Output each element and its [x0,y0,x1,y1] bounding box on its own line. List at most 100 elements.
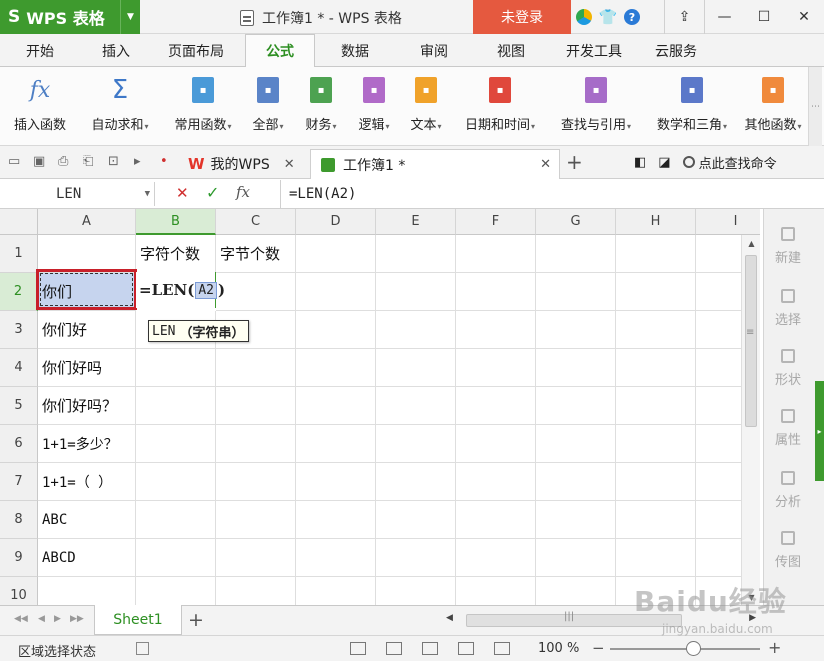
cell-G6[interactable] [536,425,616,463]
page-layout-view-icon[interactable] [386,642,402,655]
minimize-button[interactable]: — [704,0,744,34]
tab-8[interactable]: 云服务 [640,34,712,67]
open-folder-icon[interactable]: ▭ [8,154,20,169]
name-box[interactable]: LEN ▼ [0,182,155,206]
cell-H2[interactable] [616,273,696,311]
tab-3[interactable]: 公式 [245,34,315,68]
insert-function-fx-icon[interactable]: fx [236,183,250,201]
close-button[interactable]: ✕ [784,0,824,34]
tab-5[interactable]: 审阅 [398,34,470,67]
cell-C6[interactable] [216,425,296,463]
tab-workbook1[interactable]: 工作簿1 * ✕ [310,149,560,179]
cell-B10[interactable] [136,577,216,605]
cell-E8[interactable] [376,501,456,539]
cell-C9[interactable] [216,539,296,577]
column-header-E[interactable]: E [376,209,456,235]
column-header-H[interactable]: H [616,209,696,235]
tab-2[interactable]: 页面布局 [150,34,242,67]
cell-F7[interactable] [456,463,536,501]
zoom-slider-knob[interactable] [686,641,701,656]
cell-C4[interactable] [216,349,296,387]
side-button-0[interactable]: 新建 [764,227,812,266]
tab-my-wps[interactable]: W 我的WPS ✕ [178,149,308,179]
cell-B5[interactable] [136,387,216,425]
cell-E9[interactable] [376,539,456,577]
cell-D8[interactable] [296,501,376,539]
row-header-1[interactable]: 1 [0,235,38,273]
row-header-3[interactable]: 3 [0,311,38,349]
ribbon-button-7[interactable]: ▪ 日期和时间▾ [454,67,546,146]
cell-F9[interactable] [456,539,536,577]
cell-E1[interactable] [376,235,456,273]
column-header-G[interactable]: G [536,209,616,235]
cell-D10[interactable] [296,577,376,605]
find-command-button[interactable]: 点此查找命令 [682,153,777,172]
cell-E5[interactable] [376,387,456,425]
side-panel-toggle[interactable]: ▸ [815,381,824,481]
cell-C2[interactable] [216,273,296,311]
cell-F1[interactable] [456,235,536,273]
cell-A3[interactable]: 你们好 [38,311,136,349]
side-button-1[interactable]: 选择 [764,289,812,328]
column-header-B[interactable]: B [136,209,216,235]
ribbon-button-0[interactable]: fx 插入函数 [4,67,76,146]
ribbon-button-4[interactable]: ▪ 财务▾ [296,67,346,146]
export-pdf-icon[interactable]: ⎙ [58,154,68,169]
cell-G8[interactable] [536,501,616,539]
tab-my-wps-close-icon[interactable]: ✕ [284,157,295,172]
new-tab-button[interactable]: + [566,150,583,174]
ribbon-button-3[interactable]: ▪ 全部▾ [244,67,292,146]
customize-icon[interactable]: • [160,154,168,169]
cell-F5[interactable] [456,387,536,425]
cell-A8[interactable]: ABC [38,501,136,539]
cell-F8[interactable] [456,501,536,539]
cell-H8[interactable] [616,501,696,539]
cell-D3[interactable] [296,311,376,349]
cell-H9[interactable] [616,539,696,577]
cell-G7[interactable] [536,463,616,501]
tab-0[interactable]: 开始 [0,34,80,67]
tab-1[interactable]: 插入 [85,34,147,67]
macro-icon[interactable] [136,642,149,655]
cell-B9[interactable] [136,539,216,577]
page-break-view-icon[interactable] [422,642,438,655]
confirm-formula-icon[interactable]: ✓ [206,183,219,202]
cell-B8[interactable] [136,501,216,539]
cell-H7[interactable] [616,463,696,501]
ribbon-button-5[interactable]: ▪ 逻辑▾ [350,67,398,146]
row-header-2[interactable]: 2 [0,273,38,311]
cell-C10[interactable] [216,577,296,605]
vertical-scroll-thumb[interactable] [745,255,757,427]
cell-F2[interactable] [456,273,536,311]
cell-E2[interactable] [376,273,456,311]
ribbon-button-2[interactable]: ▪ 常用函数▾ [164,67,242,146]
cell-C1[interactable]: 字节个数 [216,235,296,273]
cell-B2-editing[interactable]: =LEN(A2) [136,272,225,308]
cell-D1[interactable] [296,235,376,273]
last-sheet-icon[interactable]: ▶▶ [70,614,84,624]
zoom-in-icon[interactable]: + [768,638,781,657]
cell-F6[interactable] [456,425,536,463]
normal-view-icon[interactable] [350,642,366,655]
cell-G2[interactable] [536,273,616,311]
zoom-level[interactable]: 100 % [538,641,579,656]
vertical-scrollbar[interactable]: ▲ ≡ ▼ [741,235,760,605]
sheet-tab-sheet1[interactable]: Sheet1 [94,605,182,635]
next-sheet-icon[interactable]: ▶ [54,614,61,624]
cell-G10[interactable] [536,577,616,605]
ribbon-button-10[interactable]: ▪ 其他函数▾ [742,67,804,146]
column-header-D[interactable]: D [296,209,376,235]
cell-E7[interactable] [376,463,456,501]
cell-D9[interactable] [296,539,376,577]
cell-G4[interactable] [536,349,616,387]
formula-input[interactable]: =LEN(A2) [280,180,760,208]
tab-6[interactable]: 视图 [472,34,550,67]
cell-A9[interactable]: ABCD [38,539,136,577]
app-menu-dropdown-icon[interactable]: ▼ [120,0,140,34]
cell-H5[interactable] [616,387,696,425]
add-sheet-button[interactable]: + [188,609,204,631]
cell-D2[interactable] [296,273,376,311]
share-button[interactable]: ⇪ [664,0,704,34]
help-icon[interactable]: ? [624,9,640,25]
ribbon-button-9[interactable]: ▪ 数学和三角▾ [646,67,738,146]
